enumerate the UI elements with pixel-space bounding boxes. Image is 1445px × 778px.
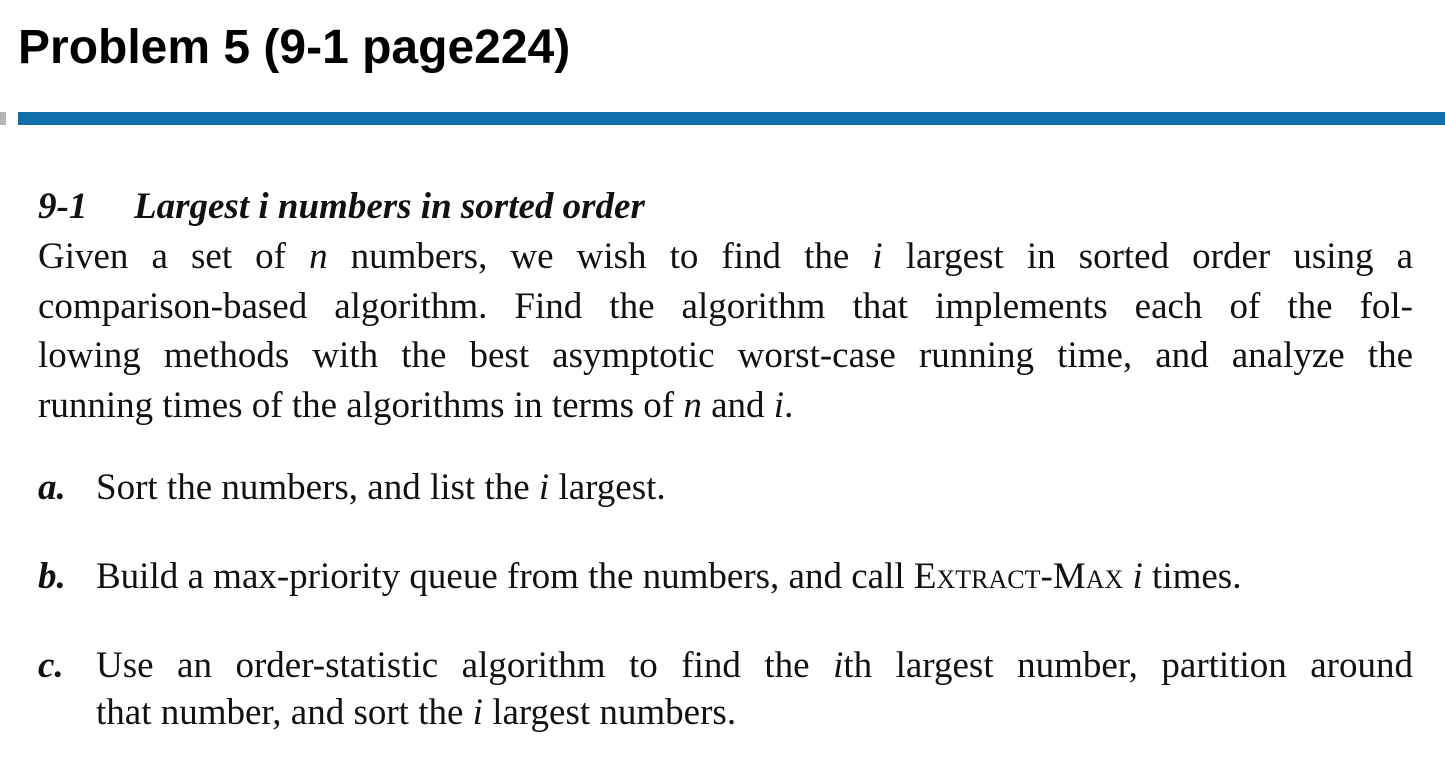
item-label: c. (38, 645, 64, 686)
item-text-part: times. (1152, 556, 1242, 597)
statement-line-2: comparison-based algorithm. Find the alg… (38, 285, 1413, 327)
problem-content: 9-1 Largest i numbers in sorted order Giv… (38, 184, 1413, 778)
statement-text: numbers, we wish to find the (350, 236, 850, 277)
title-rule-tick (0, 112, 6, 125)
procedure-name: Extract-Max (913, 556, 1124, 597)
statement-text: and (711, 384, 765, 426)
problem-heading: 9-1 Largest i numbers in sorted order (38, 184, 1413, 230)
item-text-part: Use an order-statistic algorithm to find… (96, 645, 810, 686)
item-label: a. (38, 467, 66, 508)
problem-heading-var: i (258, 186, 269, 227)
variable-i: i (538, 467, 550, 508)
item-text-part: th largest number, partition around (843, 645, 1413, 686)
variable-i: i (833, 645, 844, 686)
item-text: Build a max-priority queue from the numb… (96, 553, 1413, 600)
statement-text: running times of the algorithms in terms… (38, 384, 675, 426)
problem-statement: Given a set of n numbers, we wish to fin… (38, 232, 1413, 430)
item-text: Sort the numbers, and list the i largest… (96, 464, 1413, 511)
item-text: Use an order-statistic algorithm to find… (96, 642, 1413, 736)
problem-heading-pre: Largest (134, 186, 250, 227)
problem-heading-post: numbers in sorted order (277, 186, 645, 227)
method-item-a: a. Sort the numbers, and list the i larg… (38, 464, 1413, 511)
variable-i: i (872, 236, 883, 277)
item-text-part: largest numbers. (492, 692, 737, 733)
variable-i: i (773, 384, 785, 426)
method-list: a. Sort the numbers, and list the i larg… (38, 464, 1413, 736)
statement-text: largest in sorted order using a (905, 236, 1413, 277)
item-text-part: largest. (558, 467, 666, 508)
statement-line-4: running times of the algorithms in terms… (38, 381, 1413, 431)
slide-title: Problem 5 (9-1 page224) (18, 21, 571, 74)
variable-n: n (309, 236, 328, 277)
statement-period: . (784, 384, 794, 426)
statement-text: Given a set of (38, 236, 286, 277)
item-text-part: Sort the numbers, and list the (96, 467, 530, 508)
statement-line-3: lowing methods with the best asymptotic … (38, 335, 1413, 376)
statement-line-1: Given a set of n numbers, we wish to fin… (38, 232, 1413, 282)
variable-n: n (683, 384, 702, 426)
item-label: b. (38, 556, 66, 597)
title-divider (18, 112, 1445, 125)
problem-number: 9-1 (38, 186, 88, 227)
item-text-part: that number, and sort the (96, 692, 464, 733)
method-item-c: c. Use an order-statistic algorithm to f… (38, 642, 1413, 736)
item-line-1: Use an order-statistic algorithm to find… (96, 642, 1413, 689)
variable-i: i (472, 692, 483, 733)
item-line-2: that number, and sort the i largest numb… (96, 689, 1413, 736)
item-text-part: Build a max-priority queue from the numb… (96, 556, 905, 597)
variable-i: i (1132, 556, 1143, 597)
method-item-b: b. Build a max-priority queue from the n… (38, 553, 1413, 600)
